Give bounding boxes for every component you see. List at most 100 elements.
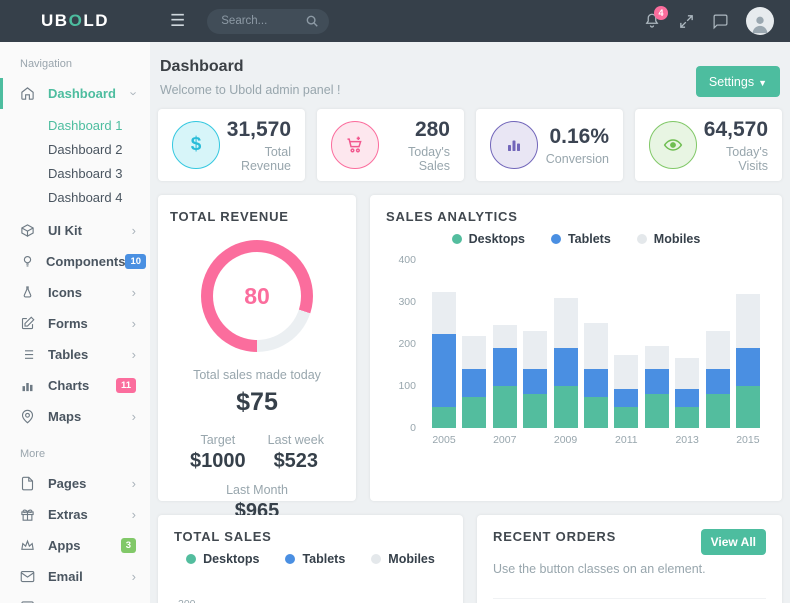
view-all-button[interactable]: View All	[701, 529, 766, 555]
dashboard-submenu: Dashboard 1 Dashboard 2 Dashboard 3 Dash…	[0, 109, 150, 215]
shopping-cart-icon	[331, 121, 379, 169]
bar-segment-desktops	[675, 407, 699, 428]
panel-subtitle: Use the button classes on an element.	[493, 562, 766, 576]
hamburger-icon[interactable]: ☰	[170, 11, 185, 31]
legend-dot-blue	[551, 234, 561, 244]
bar-segment-desktops	[706, 394, 730, 428]
box-icon	[20, 223, 37, 238]
sidebar-item-pages[interactable]: Pages ›	[0, 468, 150, 499]
chart-y-tick: 200	[178, 598, 447, 603]
search-icon[interactable]	[305, 14, 319, 28]
notifications-button[interactable]: 4	[643, 12, 661, 30]
mail-icon	[20, 569, 37, 584]
bar-segment-tablets	[736, 348, 760, 386]
chevron-right-icon: ›	[132, 409, 136, 424]
settings-button-label: Settings	[709, 75, 754, 89]
chevron-right-icon: ›	[132, 476, 136, 491]
sales-analytics-panel: SALES ANALYTICS Desktops Tablets Mobiles…	[370, 195, 782, 501]
sidebar-item-ui-kit[interactable]: UI Kit ›	[0, 215, 150, 246]
sidebar-subitem-dashboard-2[interactable]: Dashboard 2	[0, 137, 150, 161]
bar-segment-tablets	[675, 389, 699, 407]
chevron-right-icon: ›	[132, 316, 136, 331]
app-logo[interactable]: UBOLD	[0, 11, 150, 31]
sidebar-subitem-dashboard-3[interactable]: Dashboard 3	[0, 161, 150, 185]
bar-2007: 2007	[493, 325, 517, 450]
sidebar-item-label: UI Kit	[48, 223, 132, 238]
fullscreen-button[interactable]	[678, 13, 695, 30]
sidebar-item-label: Extras	[48, 507, 132, 522]
bar-2010	[584, 323, 608, 450]
sidebar-item-tables[interactable]: Tables ›	[0, 339, 150, 370]
avatar-person-icon	[749, 13, 771, 35]
legend-dot-blue	[285, 554, 295, 564]
sidebar-item-components[interactable]: Components 10	[0, 246, 150, 277]
legend-label: Mobiles	[388, 552, 435, 566]
page-title: Dashboard	[160, 58, 340, 76]
messages-button[interactable]	[712, 13, 729, 30]
revenue-donut-chart: 80	[201, 240, 313, 352]
panel-title: RECENT ORDERS	[493, 529, 616, 544]
sidebar-item-layouts[interactable]: Layouts ›	[0, 592, 150, 603]
chart-legend: Desktops Tablets Mobiles	[174, 552, 447, 566]
bar-segment-mobiles	[493, 325, 517, 348]
panel-title: TOTAL SALES	[174, 529, 447, 544]
chart-y-axis: 0100200300400	[386, 266, 416, 450]
sales-today-label: Total sales made today	[170, 368, 344, 382]
legend-dot-green	[186, 554, 196, 564]
bar-segment-tablets	[493, 348, 517, 386]
last-week-label: Last week	[268, 433, 324, 447]
sidebar-item-label: Forms	[48, 316, 132, 331]
total-sales-panel: TOTAL SALES Desktops Tablets Mobiles 200	[158, 515, 463, 603]
stat-value: 0.16%	[538, 125, 609, 149]
sidebar-item-email[interactable]: Email ›	[0, 561, 150, 592]
map-pin-icon	[20, 409, 37, 424]
bar-segment-mobiles	[706, 331, 730, 370]
charts-badge: 11	[116, 378, 136, 393]
sidebar-item-extras[interactable]: Extras ›	[0, 499, 150, 530]
bar-segment-tablets	[554, 348, 578, 386]
last-week-block: Last week $523	[268, 433, 324, 473]
sidebar-item-label: Tables	[48, 347, 132, 362]
x-tick-label: 2009	[554, 434, 577, 450]
bar-segment-mobiles	[462, 336, 486, 370]
lightbulb-icon	[20, 254, 35, 269]
x-tick-label: 2007	[493, 434, 516, 450]
sidebar-subitem-dashboard-4[interactable]: Dashboard 4	[0, 185, 150, 209]
settings-button[interactable]: Settings▼	[696, 66, 780, 97]
divider	[493, 598, 766, 599]
bar-segment-desktops	[432, 407, 456, 428]
sidebar-section-navigation: Navigation	[0, 42, 150, 78]
legend-label: Mobiles	[654, 232, 701, 246]
x-tick-label: 2005	[432, 434, 455, 450]
sidebar-item-maps[interactable]: Maps ›	[0, 401, 150, 432]
sidebar-item-label: Charts	[48, 378, 116, 393]
panel-title: SALES ANALYTICS	[386, 209, 766, 224]
stat-card-todays-visits: 64,570 Today's Visits	[635, 109, 782, 181]
legend-label: Tablets	[568, 232, 611, 246]
sidebar-item-forms[interactable]: Forms ›	[0, 308, 150, 339]
bar-segment-desktops	[554, 386, 578, 428]
chevron-right-icon: ›	[132, 569, 136, 584]
last-week-value: $523	[268, 450, 324, 473]
bar-segment-mobiles	[584, 323, 608, 369]
bar-segment-tablets	[645, 369, 669, 394]
bar-segment-mobiles	[554, 298, 578, 348]
bar-segment-desktops	[614, 407, 638, 428]
page-header: Dashboard Welcome to Ubold admin panel !…	[158, 42, 782, 109]
bar-2005: 2005	[432, 292, 456, 451]
bar-segment-desktops	[736, 386, 760, 428]
sidebar-item-charts[interactable]: Charts 11	[0, 370, 150, 401]
sidebar-subitem-dashboard-1[interactable]: Dashboard 1	[0, 113, 150, 137]
chart-legend: Desktops Tablets Mobiles	[386, 232, 766, 246]
x-tick-label: 2013	[675, 434, 698, 450]
stat-value: 280	[379, 118, 450, 142]
x-tick-label: 2015	[736, 434, 759, 450]
sidebar-item-dashboard[interactable]: Dashboard ›	[0, 78, 150, 109]
sidebar-item-apps[interactable]: Apps 3	[0, 530, 150, 561]
user-avatar[interactable]	[746, 7, 774, 35]
dollar-icon: $	[172, 121, 220, 169]
sidebar-item-icons[interactable]: Icons ›	[0, 277, 150, 308]
stat-value: 31,570	[220, 118, 291, 142]
stat-card-todays-sales: 280 Today's Sales	[317, 109, 464, 181]
y-tick-100: 100	[398, 380, 416, 392]
